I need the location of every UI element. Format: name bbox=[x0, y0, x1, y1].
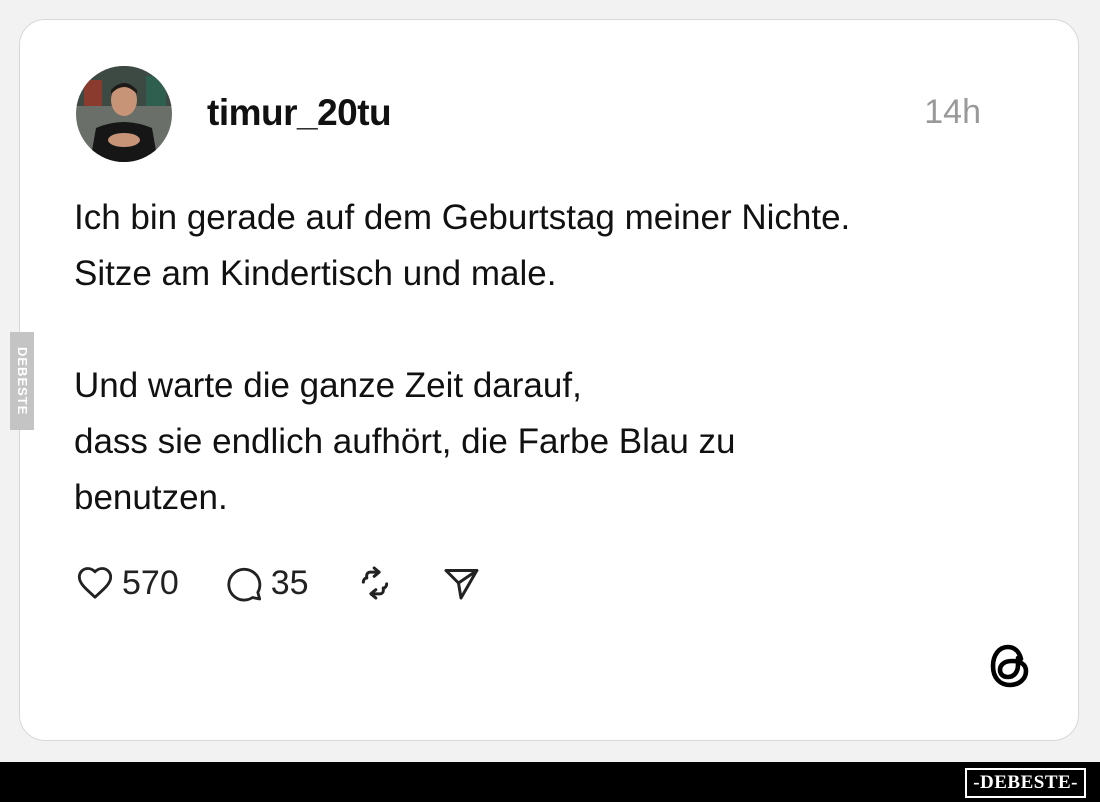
like-button[interactable]: 570 bbox=[74, 563, 179, 603]
comment-button[interactable]: 35 bbox=[223, 563, 309, 603]
comment-count: 35 bbox=[270, 563, 309, 602]
like-count: 570 bbox=[122, 563, 179, 602]
side-watermark: DEBESTE bbox=[10, 332, 34, 430]
action-bar: 570 35 bbox=[74, 559, 481, 607]
heart-icon bbox=[77, 567, 113, 599]
avatar[interactable] bbox=[76, 66, 172, 162]
send-icon bbox=[444, 569, 478, 600]
repost-button[interactable] bbox=[355, 563, 395, 603]
post-line: dass sie endlich aufhört, die Farbe Blau… bbox=[74, 422, 736, 461]
footer-bar: -DEBESTE- bbox=[0, 762, 1100, 802]
repost-icon bbox=[361, 566, 388, 600]
post-line: Sitze am Kindertisch und male. bbox=[74, 254, 557, 293]
timestamp: 14h bbox=[924, 93, 981, 131]
threads-logo-icon bbox=[988, 642, 1032, 690]
post-line: Ich bin gerade auf dem Geburtstag meiner… bbox=[74, 198, 851, 237]
share-button[interactable] bbox=[441, 563, 481, 603]
footer-watermark: -DEBESTE- bbox=[965, 768, 1086, 798]
post-line: benutzen. bbox=[74, 478, 228, 517]
post-text: Ich bin gerade auf dem Geburtstag meiner… bbox=[74, 190, 1034, 526]
username[interactable]: timur_20tu bbox=[207, 92, 392, 134]
post-line: Und warte die ganze Zeit darauf, bbox=[74, 366, 582, 405]
speech-bubble-icon bbox=[227, 567, 262, 602]
post-card: timur_20tu 14h Ich bin gerade auf dem Ge… bbox=[19, 19, 1079, 741]
